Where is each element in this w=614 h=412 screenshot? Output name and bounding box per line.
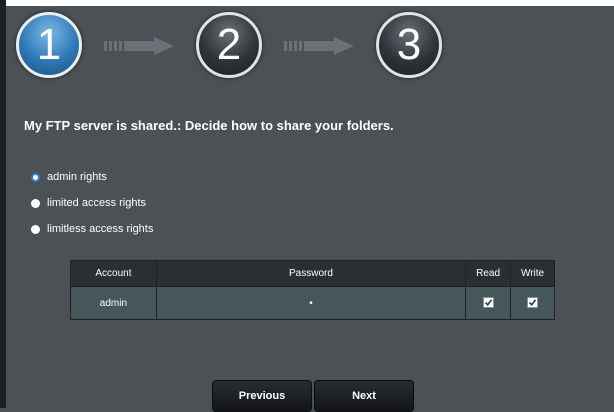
column-header-write: Write [510, 260, 555, 287]
step-number: 3 [396, 20, 422, 69]
password-cell: • [155, 286, 467, 320]
radio-unselected-icon[interactable] [31, 224, 40, 234]
accounts-table: Account Password Read Write admin • [70, 260, 555, 320]
previous-button[interactable]: Previous [212, 380, 312, 412]
window-left-edge [0, 0, 6, 408]
step-arrow-icon [284, 37, 354, 55]
window-top-edge [0, 0, 614, 6]
read-checkbox[interactable] [482, 297, 494, 309]
step-number: 1 [36, 20, 62, 69]
table-header-row: Account Password Read Write [70, 260, 555, 287]
write-cell [510, 286, 555, 320]
next-button[interactable]: Next [314, 380, 414, 412]
column-header-account: Account [70, 260, 157, 287]
table-row: admin • [70, 286, 555, 320]
step-number: 2 [216, 20, 242, 69]
account-cell: admin [70, 286, 157, 320]
read-cell [465, 286, 512, 320]
wizard-step-1: 1 [16, 12, 82, 78]
radio-admin-rights[interactable]: admin rights [31, 170, 107, 184]
radio-unselected-icon[interactable] [31, 198, 40, 208]
radio-label[interactable]: limitless access rights [47, 223, 153, 235]
radio-limited-access-rights[interactable]: limited access rights [31, 196, 146, 210]
page-title: My FTP server is shared.: Decide how to … [24, 118, 394, 133]
step-arrow-icon [104, 37, 174, 55]
radio-selected-icon[interactable] [31, 172, 40, 182]
radio-label[interactable]: admin rights [47, 171, 107, 183]
radio-limitless-access-rights[interactable]: limitless access rights [31, 222, 153, 236]
column-header-read: Read [465, 260, 512, 287]
write-checkbox[interactable] [527, 297, 539, 309]
checkmark-icon [484, 299, 492, 307]
checkmark-icon [528, 299, 537, 307]
column-header-password: Password [155, 260, 467, 287]
wizard-step-2: 2 [196, 12, 262, 78]
wizard-step-3: 3 [376, 12, 442, 78]
radio-label[interactable]: limited access rights [47, 197, 146, 209]
